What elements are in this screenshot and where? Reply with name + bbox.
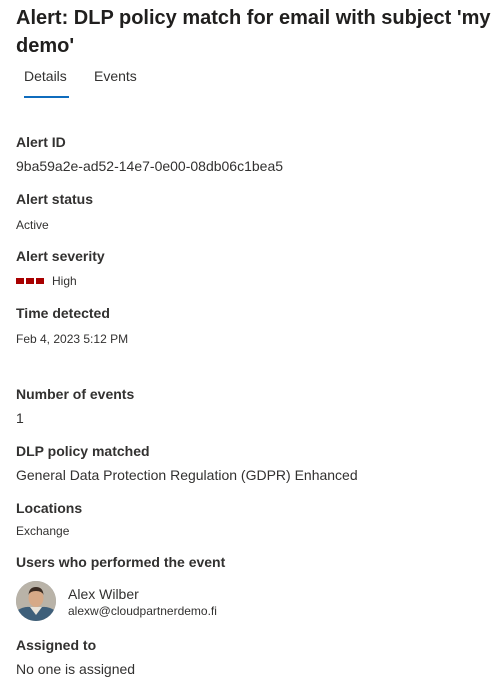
users-label: Users who performed the event [16,554,226,570]
assigned-to-label: Assigned to [16,637,97,653]
severity-bar [16,278,24,284]
alert-status-value: Active [16,218,49,232]
number-of-events-value: 1 [16,410,24,426]
user-photo-icon [16,581,56,621]
tab-details[interactable]: Details [24,64,67,98]
user-name[interactable]: Alex Wilber [68,586,139,602]
severity-bar [26,278,34,284]
alert-id-value: 9ba59a2e-ad52-14e7-0e00-08db06c1bea5 [16,158,284,174]
severity-indicator: High [16,274,77,288]
alert-severity-value: High [52,274,77,288]
alert-status-label: Alert status [16,191,94,207]
page-title: Alert: DLP policy match for email with s… [16,7,491,57]
severity-bars-icon [16,278,44,284]
assigned-to-value: No one is assigned [16,661,136,677]
time-detected-value: Feb 4, 2023 5:12 PM [16,332,129,346]
severity-bar [36,278,44,284]
tab-selected-indicator [24,96,69,98]
user-email: alexw@cloudpartnerdemo.fi [68,604,217,618]
locations-value: Exchange [16,524,70,538]
locations-label: Locations [16,500,83,516]
number-of-events-label: Number of events [16,386,135,402]
alert-severity-label: Alert severity [16,248,105,264]
alert-id-label: Alert ID [16,134,66,150]
time-detected-label: Time detected [16,305,110,321]
tab-events[interactable]: Events [94,64,137,98]
dlp-policy-value: General Data Protection Regulation (GDPR… [16,467,358,483]
dlp-policy-label: DLP policy matched [16,443,150,459]
